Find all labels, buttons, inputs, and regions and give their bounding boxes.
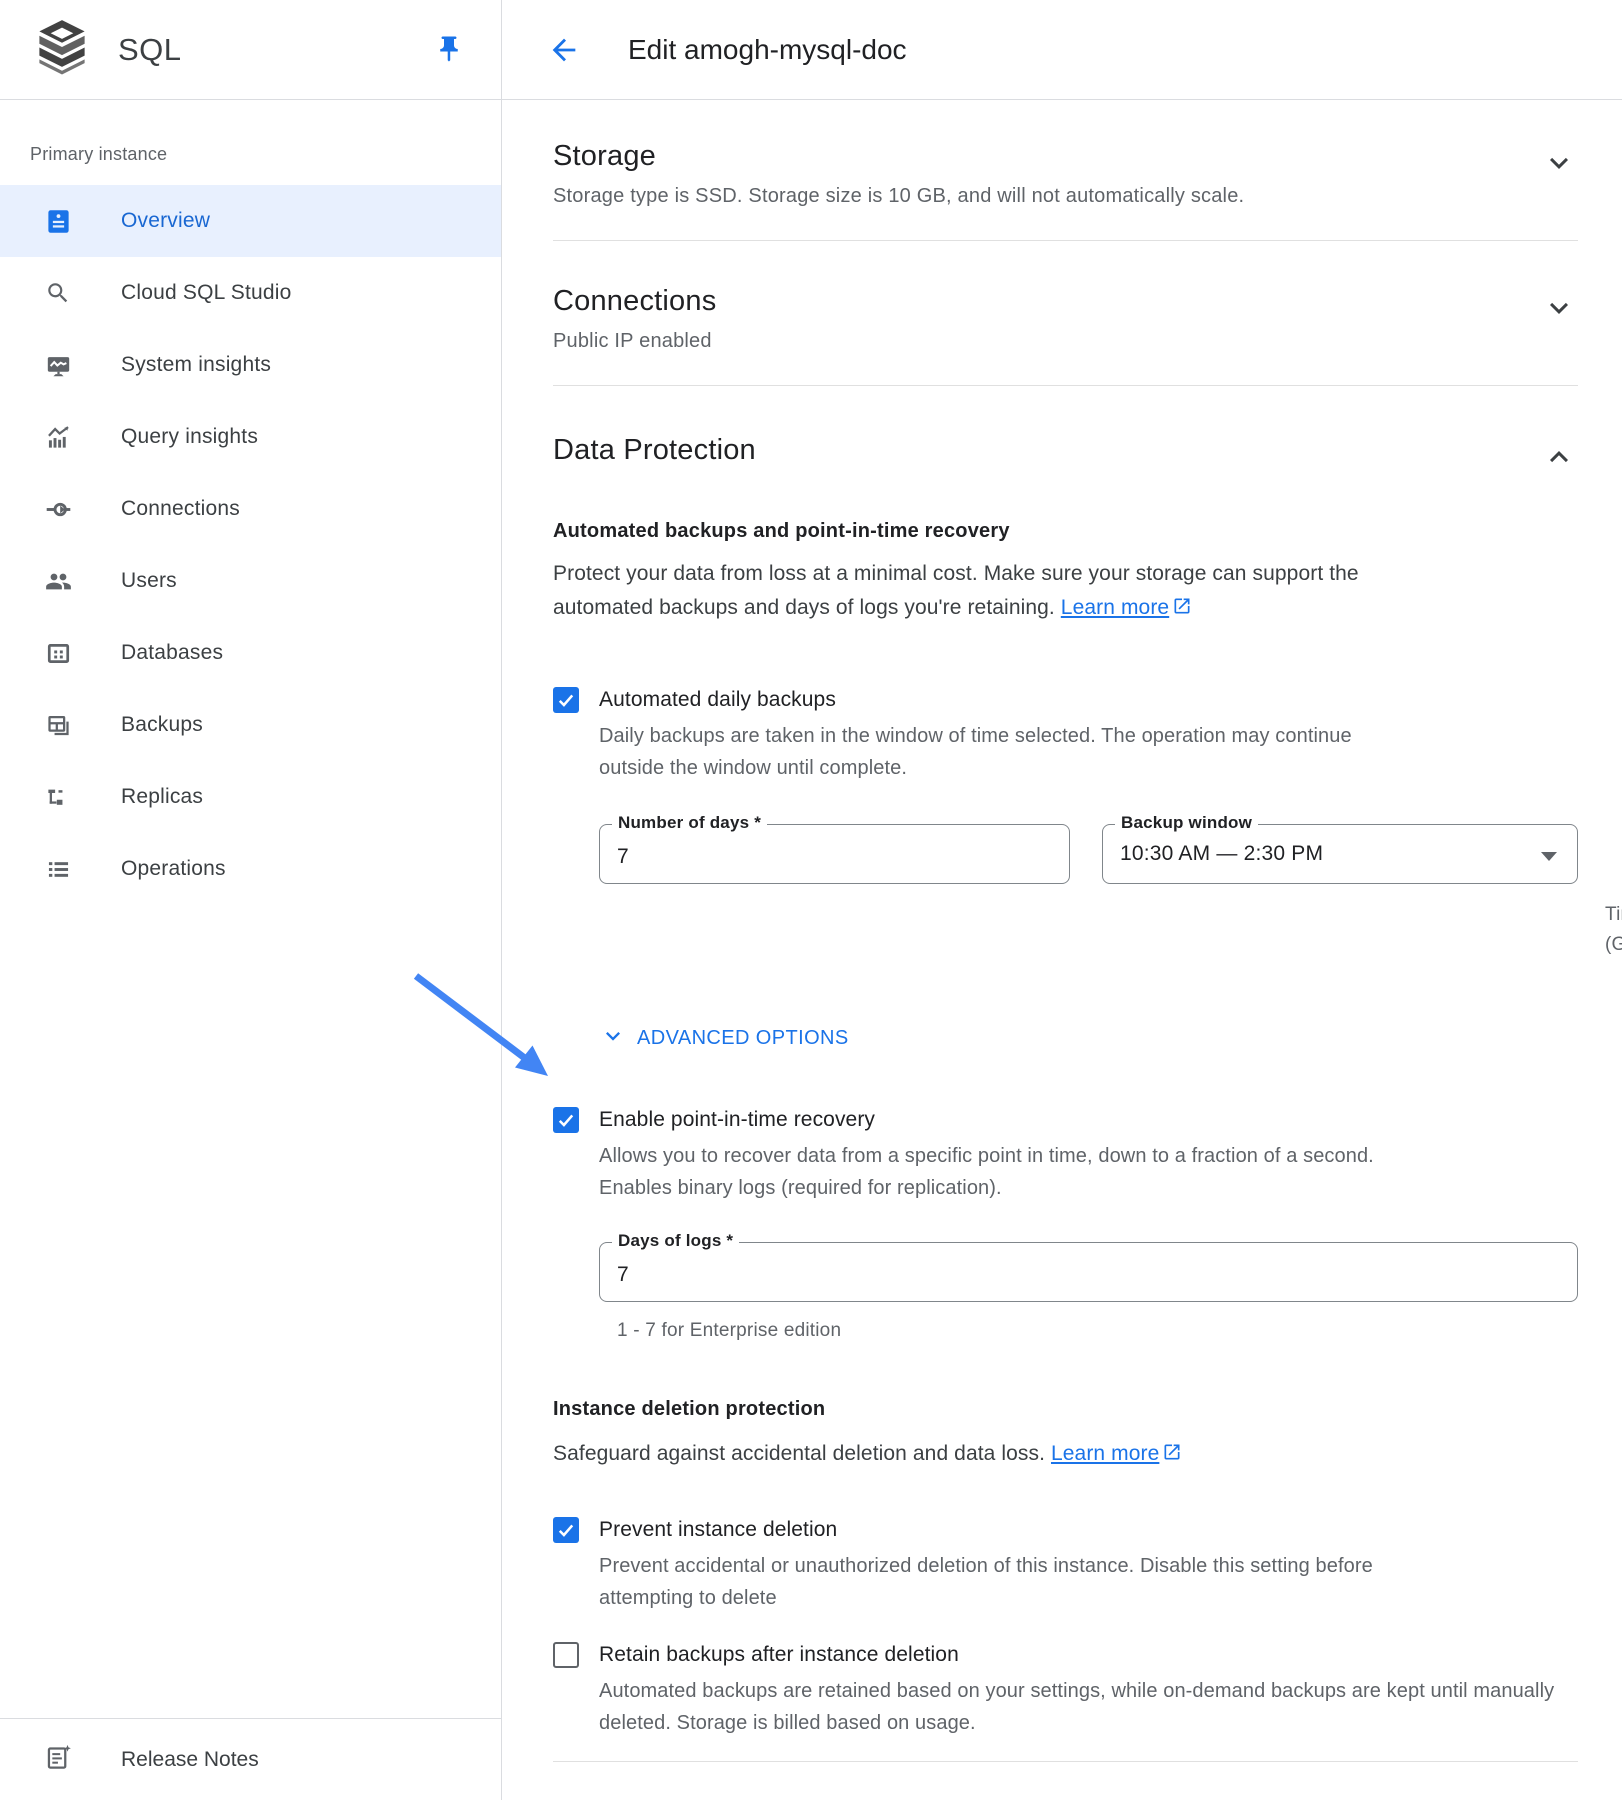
connections-section-summary: Public IP enabled [553, 330, 716, 353]
section-connections: Connections Public IP enabled [553, 285, 1578, 386]
database-grid-icon [45, 640, 72, 667]
sidebar-item-label: Connections [121, 497, 240, 521]
point-in-time-recovery-row: Enable point-in-time recovery Allows you… [553, 1105, 1578, 1204]
data-protection-collapse-chevron-up-icon[interactable] [1540, 438, 1578, 476]
main-panel: Edit amogh-mysql-doc Storage Storage typ… [502, 0, 1622, 1800]
sidebar: SQL Primary instance Overview [0, 0, 502, 1800]
section-data-protection: Data Protection Automated backups and po… [553, 434, 1578, 1762]
pin-icon[interactable] [431, 31, 467, 67]
automated-backups-intro: Protect your data from loss at a minimal… [553, 557, 1438, 627]
retain-backups-row: Retain backups after instance deletion A… [553, 1640, 1578, 1739]
automated-daily-backups-checkbox[interactable] [553, 687, 579, 713]
learn-more-link[interactable]: Learn more [1061, 596, 1169, 619]
backups-icon [45, 712, 72, 739]
backup-fields-row: Number of days * Backup window 10:30 AM … [599, 824, 1578, 884]
sidebar-item-replicas[interactable]: Replicas [0, 761, 501, 833]
automated-backups-heading: Automated backups and point-in-time reco… [553, 520, 1578, 543]
storage-section-summary: Storage type is SSD. Storage size is 10 … [553, 185, 1244, 208]
number-of-days-input[interactable] [600, 825, 1069, 883]
sidebar-item-label: Operations [121, 857, 226, 881]
days-of-logs-field: Days of logs * [599, 1242, 1578, 1302]
dropdown-arrow-icon [1541, 852, 1557, 861]
storage-expand-chevron-down-icon[interactable] [1540, 144, 1578, 182]
sidebar-item-databases[interactable]: Databases [0, 617, 501, 689]
sidebar-header: SQL [0, 0, 501, 100]
automated-daily-backups-description: Daily backups are taken in the window of… [599, 720, 1399, 784]
advanced-options-label: ADVANCED OPTIONS [637, 1027, 849, 1050]
sidebar-item-label: System insights [121, 353, 271, 377]
page-header: Edit amogh-mysql-doc [502, 0, 1622, 100]
connection-icon [45, 496, 72, 523]
days-of-logs-input[interactable] [600, 1243, 1577, 1301]
automated-daily-backups-row: Automated daily backups Daily backups ar… [553, 685, 1578, 784]
monitor-chart-icon [45, 352, 72, 379]
operations-list-icon [45, 856, 72, 883]
section-divider [553, 240, 1578, 241]
prevent-instance-deletion-description: Prevent accidental or unauthorized delet… [599, 1550, 1434, 1614]
deletion-protection-intro: Safeguard against accidental deletion an… [553, 1437, 1563, 1473]
storage-section-title: Storage [553, 140, 1244, 173]
learn-more-link-2[interactable]: Learn more [1051, 1442, 1159, 1465]
chevron-down-icon [599, 1022, 627, 1055]
prevent-instance-deletion-row: Prevent instance deletion Prevent accide… [553, 1515, 1578, 1614]
point-in-time-recovery-checkbox[interactable] [553, 1107, 579, 1133]
retain-backups-description: Automated backups are retained based on … [599, 1675, 1578, 1739]
nav-section-label: Primary instance [0, 100, 501, 185]
page-title: Edit amogh-mysql-doc [628, 34, 907, 66]
sidebar-item-operations[interactable]: Operations [0, 833, 501, 905]
overview-icon [45, 208, 72, 235]
sidebar-item-users[interactable]: Users [0, 545, 501, 617]
sidebar-item-release-notes[interactable]: Release Notes [0, 1718, 501, 1800]
backup-window-hint: Time is your local time zone (GMT+5:30) [1605, 900, 1622, 960]
sidebar-item-system-insights[interactable]: System insights [0, 329, 501, 401]
sidebar-item-query-insights[interactable]: Query insights [0, 401, 501, 473]
days-of-logs-row: Days of logs * [599, 1242, 1578, 1302]
search-icon [45, 280, 72, 307]
sidebar-item-label: Databases [121, 641, 223, 665]
advanced-options-toggle[interactable]: ADVANCED OPTIONS [599, 1022, 1578, 1055]
prevent-instance-deletion-checkbox[interactable] [553, 1517, 579, 1543]
back-arrow-icon[interactable] [546, 32, 582, 68]
cloud-sql-logo-icon [36, 19, 88, 80]
number-of-days-label: Number of days * [612, 813, 767, 833]
point-in-time-recovery-label: Enable point-in-time recovery [599, 1105, 1449, 1135]
number-of-days-field: Number of days * [599, 824, 1070, 884]
retain-backups-checkbox[interactable] [553, 1642, 579, 1668]
product-name: SQL [118, 32, 182, 68]
data-protection-section-title: Data Protection [553, 434, 756, 467]
sidebar-item-connections[interactable]: Connections [0, 473, 501, 545]
days-of-logs-hint: 1 - 7 for Enterprise edition [617, 1316, 1578, 1346]
connections-expand-chevron-down-icon[interactable] [1540, 289, 1578, 327]
sidebar-item-cloud-sql-studio[interactable]: Cloud SQL Studio [0, 257, 501, 329]
sidebar-item-backups[interactable]: Backups [0, 689, 501, 761]
sidebar-item-label: Overview [121, 209, 210, 233]
sidebar-item-label: Query insights [121, 425, 258, 449]
edit-form: Storage Storage type is SSD. Storage siz… [502, 100, 1622, 1762]
sidebar-item-label: Replicas [121, 785, 203, 809]
section-divider [553, 385, 1578, 386]
automated-daily-backups-label: Automated daily backups [599, 685, 1399, 715]
cloud-sql-edit-page: SQL Primary instance Overview [0, 0, 1622, 1800]
section-storage: Storage Storage type is SSD. Storage siz… [553, 100, 1578, 241]
point-in-time-recovery-description: Allows you to recover data from a specif… [599, 1140, 1449, 1204]
bar-line-chart-icon [45, 424, 72, 451]
backup-window-select[interactable]: Backup window 10:30 AM — 2:30 PM [1102, 824, 1578, 884]
external-link-icon [1172, 593, 1192, 627]
prevent-instance-deletion-label: Prevent instance deletion [599, 1515, 1434, 1545]
section-divider [553, 1761, 1578, 1762]
deletion-protection-heading: Instance deletion protection [553, 1398, 1578, 1421]
retain-backups-label: Retain backups after instance deletion [599, 1640, 1578, 1670]
release-notes-icon [45, 1744, 72, 1776]
connections-section-title: Connections [553, 285, 716, 318]
sidebar-item-overview[interactable]: Overview [0, 185, 501, 257]
sidebar-item-label: Cloud SQL Studio [121, 281, 292, 305]
users-icon [45, 568, 72, 595]
sidebar-item-label: Release Notes [121, 1748, 259, 1772]
backup-window-label: Backup window [1115, 813, 1258, 833]
replicas-tree-icon [45, 784, 72, 811]
sidebar-item-label: Users [121, 569, 177, 593]
sidebar-item-label: Backups [121, 713, 203, 737]
days-of-logs-label: Days of logs * [612, 1231, 739, 1251]
external-link-icon [1162, 1439, 1182, 1473]
